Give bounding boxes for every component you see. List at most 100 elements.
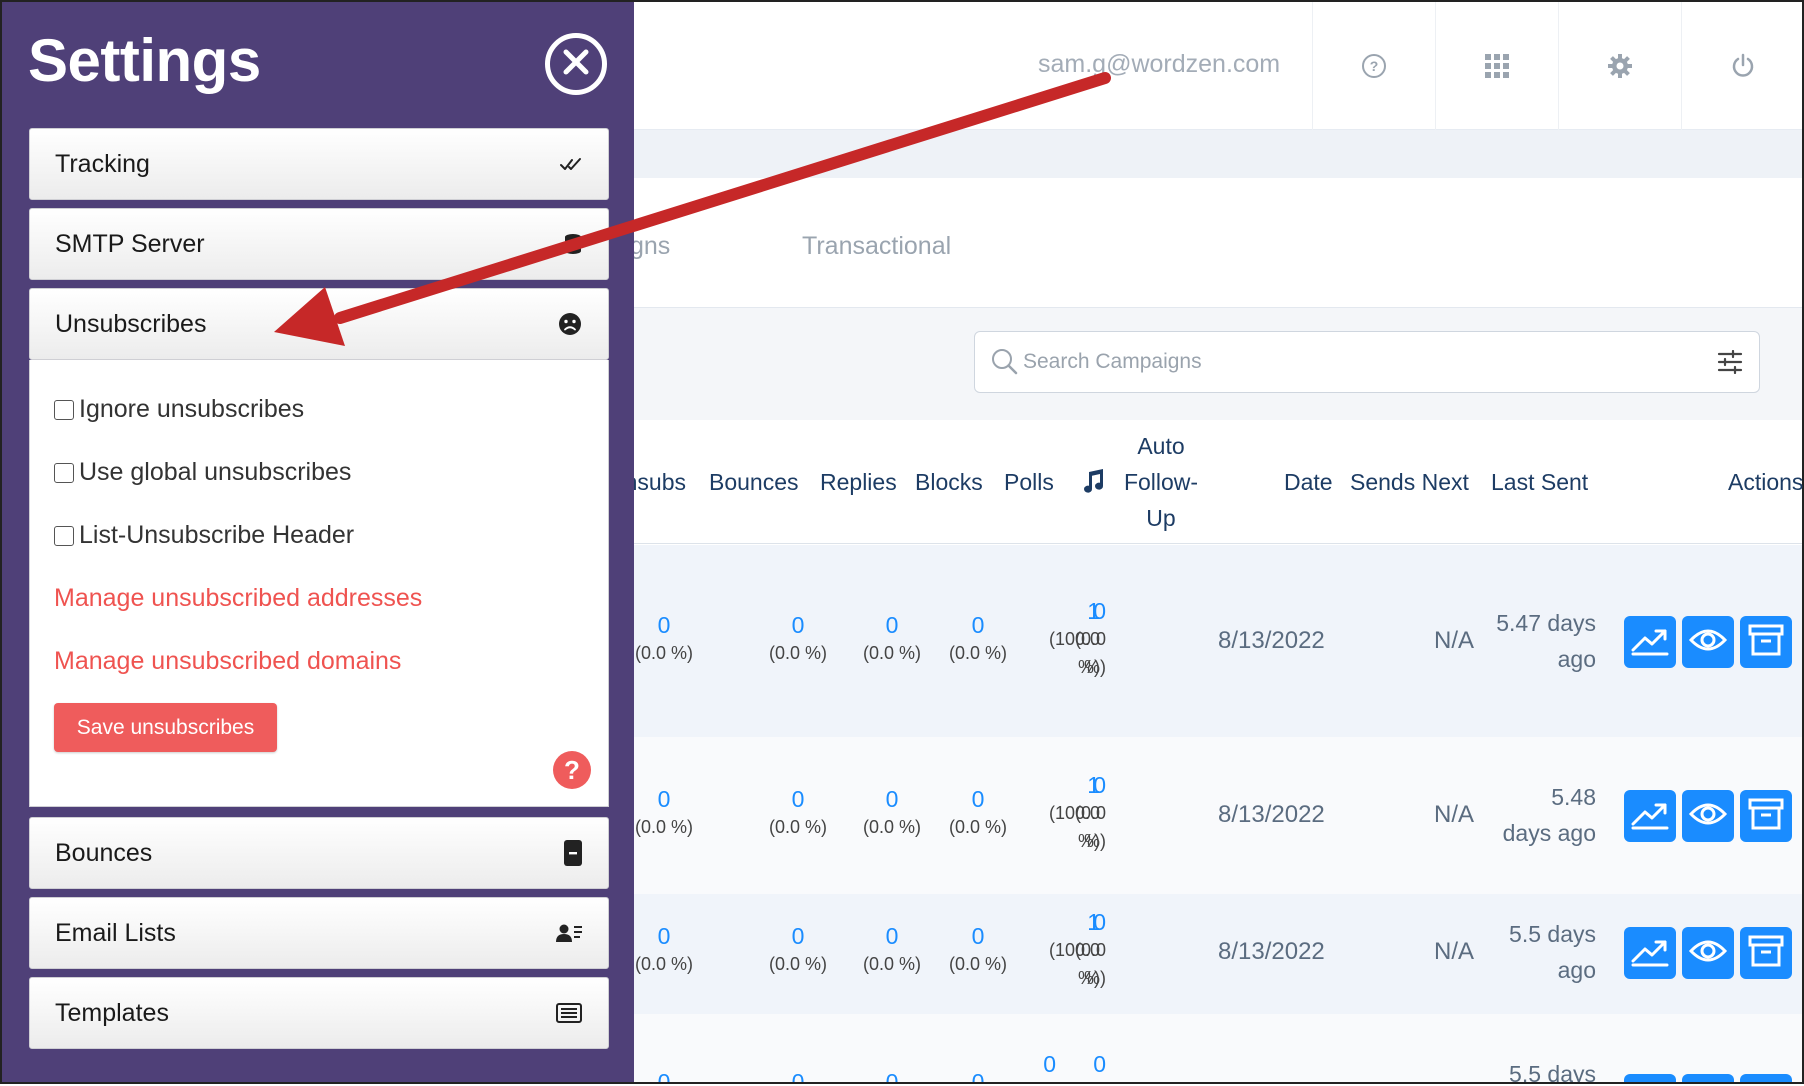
music-count[interactable]: 0 <box>1070 908 1106 936</box>
row-date: 8/13/2022 <box>1218 801 1325 828</box>
section-label: Tracking <box>55 149 150 178</box>
music-count[interactable]: 0 <box>1070 771 1106 799</box>
stats-button[interactable] <box>1624 790 1676 842</box>
power-icon[interactable] <box>1681 2 1803 130</box>
list-unsubscribe-header-checkbox[interactable]: List-Unsubscribe Header <box>54 521 354 550</box>
row-last-sent: 5.48 days ago <box>1502 784 1596 846</box>
save-unsubscribes-button[interactable]: Save unsubscribes <box>54 703 277 752</box>
music-note-icon[interactable] <box>1080 468 1106 504</box>
stats-button[interactable] <box>1624 1074 1676 1082</box>
search-icon <box>991 348 1019 381</box>
bounces-pct: (0.0 %) <box>768 954 828 974</box>
section-tracking[interactable]: Tracking <box>29 128 609 200</box>
manage-addresses-link[interactable]: Manage unsubscribed addresses <box>54 584 422 613</box>
section-label: Email Lists <box>55 918 176 947</box>
unsubs-pct: (0.0 %) <box>634 643 694 663</box>
chart-trend-icon <box>1630 624 1670 661</box>
archive-icon <box>1748 934 1784 973</box>
row-last-sent: 5.5 days <box>1509 1061 1596 1082</box>
checkbox-box[interactable] <box>54 462 74 483</box>
preview-button[interactable] <box>1682 616 1734 668</box>
bounces-count[interactable]: 0 <box>742 1068 854 1082</box>
use-global-unsubscribes-checkbox[interactable]: Use global unsubscribes <box>54 458 351 487</box>
music-count[interactable]: 0 <box>1070 1050 1106 1078</box>
manage-domains-link[interactable]: Manage unsubscribed domains <box>54 647 401 676</box>
archive-button[interactable] <box>1740 1074 1792 1082</box>
minus-doc-icon <box>564 840 582 866</box>
music-pct: %) <box>1084 657 1106 677</box>
col-replies[interactable]: Replies <box>820 464 897 500</box>
polls-count[interactable]: 0 <box>1000 1050 1056 1078</box>
database-icon <box>564 233 582 255</box>
unsubs-count[interactable]: 0 <box>634 785 694 813</box>
ignore-unsubscribes-checkbox[interactable]: Ignore unsubscribes <box>54 395 304 424</box>
section-label: Bounces <box>55 838 153 867</box>
music-pct: (0.0 <box>1074 629 1106 649</box>
section-smtp-server[interactable]: SMTP Server <box>29 208 609 280</box>
music-pct: %) <box>1084 831 1106 851</box>
list-alt-icon <box>556 1003 582 1023</box>
user-list-icon <box>556 923 582 943</box>
col-blocks[interactable]: Blocks <box>915 464 983 500</box>
preview-button[interactable] <box>1682 1074 1734 1082</box>
music-pct: %) <box>1084 968 1106 988</box>
preview-button[interactable] <box>1682 790 1734 842</box>
col-sends-next[interactable]: Sends Next <box>1350 464 1469 500</box>
search-input[interactable] <box>1021 332 1681 392</box>
archive-button[interactable] <box>1740 790 1792 842</box>
col-date[interactable]: Date <box>1284 464 1333 500</box>
section-label: SMTP Server <box>55 229 205 258</box>
tab-campaigns[interactable]: gns <box>630 232 670 261</box>
stats-button[interactable] <box>1624 616 1676 668</box>
preview-button[interactable] <box>1682 927 1734 979</box>
col-bounces[interactable]: Bounces <box>709 464 799 500</box>
checkbox-label: List-Unsubscribe Header <box>79 521 355 549</box>
help-icon[interactable]: ? <box>553 751 591 789</box>
gear-icon[interactable] <box>1558 2 1680 130</box>
bounces-pct: (0.0 %) <box>768 643 828 663</box>
chart-trend-icon <box>1630 798 1670 835</box>
bounces-count[interactable]: 0 <box>742 785 854 813</box>
unsubs-pct: (0.0 %) <box>634 817 694 837</box>
checkbox-box[interactable] <box>54 399 74 420</box>
row-sends-next: N/A <box>1434 627 1475 654</box>
section-label: Templates <box>55 998 169 1027</box>
section-unsubscribes[interactable]: Unsubscribes <box>29 288 609 360</box>
music-count[interactable]: 0 <box>1070 597 1106 625</box>
section-email-lists[interactable]: Email Lists <box>29 897 609 969</box>
section-templates[interactable]: Templates <box>29 977 609 1049</box>
chart-trend-icon <box>1630 935 1670 972</box>
sad-face-icon <box>558 312 582 336</box>
close-icon <box>561 47 591 82</box>
filter-sliders-icon[interactable] <box>1717 349 1743 379</box>
user-email[interactable]: sam.g@wordzen.com <box>1038 50 1280 79</box>
bounces-count[interactable]: 0 <box>742 611 854 639</box>
search-box <box>974 331 1760 393</box>
close-button[interactable] <box>545 33 607 95</box>
col-auto-follow-up[interactable]: Auto Follow- Up <box>1110 428 1212 536</box>
bounces-count[interactable]: 0 <box>742 922 854 950</box>
section-bounces[interactable]: Bounces <box>29 817 609 889</box>
unsubs-count[interactable]: 0 <box>634 922 694 950</box>
row-date: 8/13/2022 <box>1218 938 1325 965</box>
col-polls[interactable]: Polls <box>1004 464 1054 500</box>
checkbox-box[interactable] <box>54 525 74 546</box>
col-last-sent[interactable]: Last Sent <box>1491 464 1588 500</box>
apps-grid-icon[interactable] <box>1435 2 1557 130</box>
archive-icon <box>1748 623 1784 662</box>
settings-panel: Settings Tracking SMTP Server Unsubscrib… <box>2 2 634 1082</box>
panel-title: Settings <box>28 27 261 94</box>
eye-icon <box>1688 937 1728 970</box>
checkbox-label: Ignore unsubscribes <box>79 395 305 423</box>
stats-button[interactable] <box>1624 927 1676 979</box>
archive-button[interactable] <box>1740 927 1792 979</box>
svg-text:?: ? <box>1369 58 1378 74</box>
tab-transactional[interactable]: Transactional <box>802 232 951 261</box>
help-icon[interactable]: ? <box>1312 2 1434 130</box>
archive-button[interactable] <box>1740 616 1792 668</box>
unsubs-count[interactable]: 0 <box>634 1068 694 1082</box>
unsubs-count[interactable]: 0 <box>634 611 694 639</box>
row-last-sent: 5.47 days ago <box>1496 610 1596 672</box>
col-actions[interactable]: Actions <box>1728 464 1803 500</box>
music-pct: (0.0 <box>1074 940 1106 960</box>
